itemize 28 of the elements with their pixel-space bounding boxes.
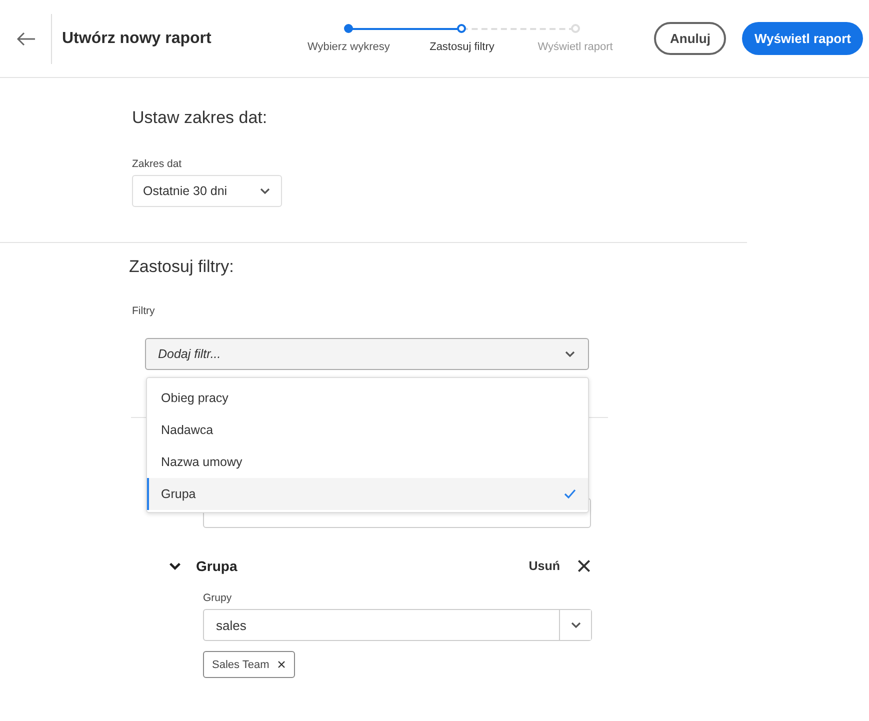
close-icon	[576, 558, 592, 574]
view-report-button[interactable]: Wyświetl raport	[742, 22, 863, 55]
remove-tag-button[interactable]	[277, 660, 286, 669]
close-button[interactable]	[576, 558, 592, 574]
field-label: Grupy	[203, 592, 233, 604]
field-label: Zakres dat	[132, 158, 183, 170]
menu-item[interactable]: Obieg pracy	[147, 382, 588, 414]
back-arrow-icon	[16, 32, 36, 46]
close-icon	[277, 660, 286, 669]
section-title: Ustaw zakres dat:	[132, 108, 268, 128]
menu-item[interactable]: Nadawca	[147, 414, 588, 446]
input-field[interactable]	[203, 498, 591, 528]
step-label: Zastosuj filtry	[430, 41, 494, 53]
cancel-button[interactable]: Anuluj	[654, 22, 726, 55]
tag-label: Sales Team	[212, 658, 270, 670]
dropdown-button[interactable]	[559, 610, 591, 640]
step-label: Wyświetl raport	[538, 41, 613, 53]
filter-title: Grupa	[196, 558, 238, 574]
date-range-select[interactable]: Ostatnie 30 dni	[132, 175, 282, 207]
add-filter-select[interactable]: Dodaj filtr...	[145, 338, 589, 370]
checkmark-icon	[564, 489, 576, 499]
step-label: Wybierz wykresy	[307, 41, 390, 53]
field-label: Filtry	[132, 305, 156, 317]
section-title: Zastosuj filtry:	[129, 257, 235, 277]
remove-button[interactable]: Usuń	[528, 559, 560, 573]
page-title: Utwórz nowy raport	[62, 30, 212, 48]
menu-item[interactable]: Grupa	[147, 478, 588, 510]
menu-item[interactable]: Nazwa umowy	[147, 446, 588, 478]
